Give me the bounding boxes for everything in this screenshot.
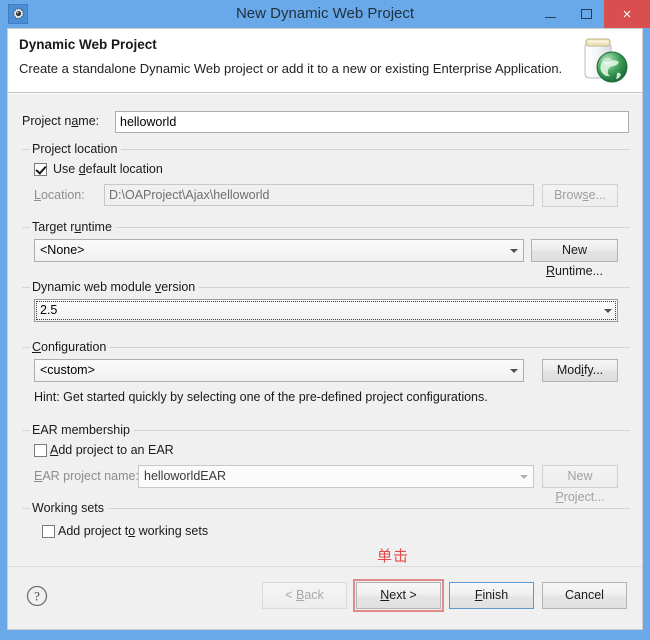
configuration-value: <custom> — [40, 363, 95, 377]
location-label: Location: — [34, 188, 85, 202]
modify-button[interactable]: Modify... — [542, 359, 618, 382]
use-default-location-checkbox[interactable] — [34, 163, 47, 176]
module-version-group: Dynamic web module version 2.5 — [22, 279, 630, 329]
svg-text:?: ? — [34, 589, 40, 604]
chevron-down-icon — [515, 467, 532, 486]
maximize-button[interactable] — [568, 0, 604, 28]
new-project-button[interactable]: New Project... — [542, 465, 618, 504]
add-project-to-ear-label: Add project to an EAR — [50, 443, 174, 457]
use-default-location-label: Use default location — [53, 162, 163, 176]
ear-membership-group: EAR membership Add project to an EAR EAR… — [22, 422, 630, 504]
cancel-button[interactable]: Cancel — [542, 582, 627, 609]
module-version-combobox[interactable]: 2.5 — [34, 299, 618, 322]
configuration-group: Configuration <custom> Modify... Hint: G… — [22, 339, 630, 412]
page-title: Dynamic Web Project — [19, 37, 157, 52]
wizard-header: Dynamic Web Project Create a standalone … — [8, 29, 642, 93]
maximize-icon — [580, 9, 592, 19]
chevron-down-icon — [505, 241, 522, 260]
question-mark-icon[interactable]: ? — [26, 585, 48, 607]
window-controls: × — [532, 0, 650, 28]
project-name-row: Project name: — [22, 111, 630, 133]
dialog-footer: ? < Back Next > Finish Cancel — [8, 566, 642, 629]
target-runtime-group: Target runtime <None> New Runtime... — [22, 219, 630, 278]
next-button[interactable]: Next > — [356, 582, 441, 609]
footer-separator — [8, 566, 642, 567]
location-input[interactable]: D:\OAProject\Ajax\helloworld — [104, 184, 534, 206]
add-project-to-working-sets-label: Add project to working sets — [58, 524, 209, 538]
dialog-body: Dynamic Web Project Create a standalone … — [7, 28, 643, 630]
ear-project-name-label: EAR project name: — [34, 469, 139, 483]
add-project-to-ear-checkbox[interactable] — [34, 444, 47, 457]
back-button[interactable]: < Back — [262, 582, 347, 609]
module-version-legend: Dynamic web module version — [30, 279, 200, 295]
target-runtime-value: <None> — [40, 243, 85, 257]
project-name-input[interactable] — [115, 111, 629, 133]
browse-button[interactable]: Browse... — [542, 184, 618, 207]
working-sets-group: Working sets Add project to working sets — [22, 500, 630, 550]
project-name-label: Project name: — [22, 114, 100, 128]
chevron-down-icon — [599, 301, 616, 320]
working-sets-legend: Working sets — [30, 500, 109, 516]
ear-membership-legend: EAR membership — [30, 422, 134, 438]
chevron-down-icon — [505, 361, 522, 380]
minimize-icon — [544, 16, 556, 18]
configuration-combobox[interactable]: <custom> — [34, 359, 524, 382]
target-runtime-combobox[interactable]: <None> — [34, 239, 524, 262]
close-button[interactable]: × — [604, 0, 650, 28]
dialog-window: New Dynamic Web Project × Dynamic Web Pr… — [0, 0, 650, 640]
finish-button[interactable]: Finish — [449, 582, 534, 609]
configuration-legend: Configuration — [30, 339, 111, 355]
project-location-legend: Project location — [30, 141, 122, 157]
add-project-to-working-sets-checkbox[interactable] — [42, 525, 55, 538]
ear-project-name-combobox[interactable]: helloworldEAR — [138, 465, 534, 488]
title-bar: New Dynamic Web Project × — [0, 0, 650, 28]
new-runtime-button[interactable]: New Runtime... — [531, 239, 618, 278]
project-location-group: Project location Use default location Lo… — [22, 141, 630, 209]
wizard-content: Project name: Project location Use defau… — [8, 93, 642, 568]
ear-project-name-value: helloworldEAR — [144, 469, 226, 483]
page-description: Create a standalone Dynamic Web project … — [19, 61, 563, 76]
annotation-label: 单击 — [377, 547, 410, 565]
jar-with-globe-icon — [572, 31, 632, 89]
minimize-button[interactable] — [532, 0, 568, 28]
target-runtime-legend: Target runtime — [30, 219, 116, 235]
close-icon: × — [622, 5, 632, 23]
module-version-value: 2.5 — [40, 303, 58, 317]
configuration-hint: Hint: Get started quickly by selecting o… — [34, 390, 488, 404]
